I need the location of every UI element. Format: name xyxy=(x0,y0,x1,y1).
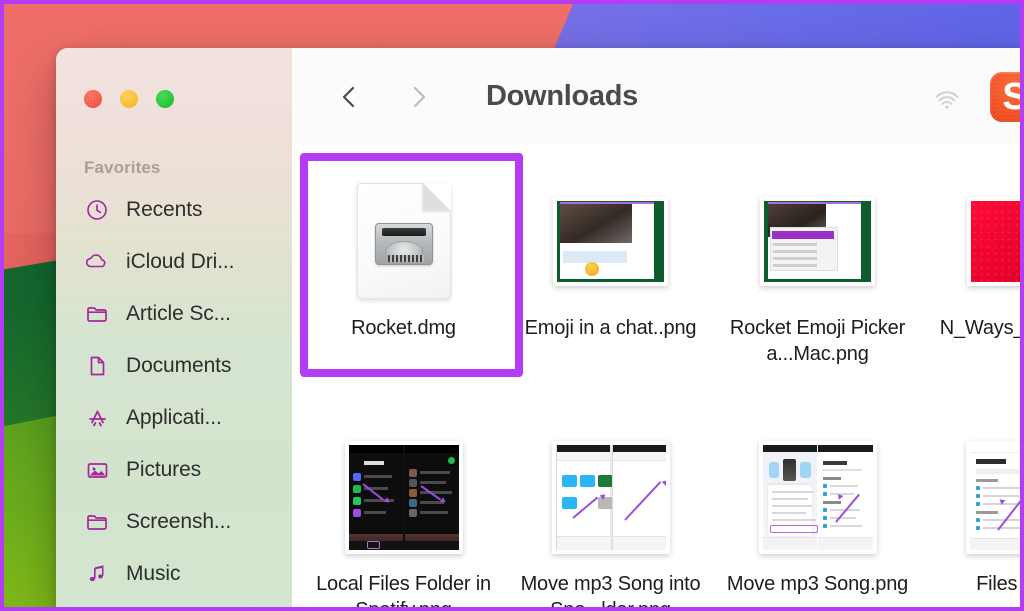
airdrop-icon[interactable] xyxy=(930,80,964,114)
finder-toolbar: Downloads S xyxy=(292,48,1020,145)
file-label: Move mp3 Song.png xyxy=(726,573,909,595)
sidebar-item-label: Applicati... xyxy=(126,406,222,429)
sidebar-item-label: Music xyxy=(126,562,181,585)
picture-icon xyxy=(84,457,110,483)
sidebar-item-music[interactable]: Music xyxy=(56,548,292,600)
sidebar-item-label: Documents xyxy=(126,354,232,377)
file-thumbnail xyxy=(356,181,451,301)
file-item-rocket-emoji-picker[interactable]: Rocket Emoji Picker a...Mac.png xyxy=(714,153,921,409)
thumbnail-image xyxy=(344,440,463,554)
sidebar-item-label: Recents xyxy=(126,198,203,221)
toolbar-right-group: S xyxy=(930,48,1020,145)
thumbnail-image xyxy=(965,440,1020,554)
folder-icon xyxy=(84,509,110,535)
file-label: Rocket Emoji Picker a...Mac.png xyxy=(729,317,906,366)
sidebar-item-documents[interactable]: Documents xyxy=(56,340,292,392)
file-label: Move mp3 Song into Spo...lder.png xyxy=(520,573,701,611)
hard-drive-glyph xyxy=(374,223,433,265)
sidebar-item-label: iCloud Dri... xyxy=(126,250,235,273)
folder-icon xyxy=(84,301,110,327)
sidebar-item-applications[interactable]: Applicati... xyxy=(56,392,292,444)
file-item-n-ways-local-m[interactable]: N_Ways_ Local_m. xyxy=(921,153,1024,409)
page-title: Downloads xyxy=(486,80,638,112)
file-label: Files iPhon xyxy=(976,573,1020,595)
file-item-files-iphone[interactable]: Files iPhon xyxy=(921,409,1020,607)
file-thumbnail xyxy=(967,181,1020,301)
file-thumbnail xyxy=(758,437,877,557)
thumbnail-image xyxy=(553,196,668,286)
back-button[interactable] xyxy=(330,77,370,117)
thumbnail-image xyxy=(551,440,670,554)
sidebar-item-screenshots[interactable]: Screensh... xyxy=(56,496,292,548)
file-thumbnail xyxy=(553,181,668,301)
forward-button[interactable] xyxy=(398,77,438,117)
sidebar-section-favorites: Favorites xyxy=(84,158,161,177)
minimize-button[interactable] xyxy=(120,90,138,108)
desktop-background: Favorites Recents iCloud Dri... Article … xyxy=(0,0,1024,611)
sidebar-item-article-screenshots[interactable]: Article Sc... xyxy=(56,288,292,340)
sidebar-item-label: Article Sc... xyxy=(126,302,231,325)
close-button[interactable] xyxy=(84,90,102,108)
app-store-icon xyxy=(84,405,110,431)
file-thumbnail xyxy=(965,437,1020,557)
file-label: Rocket.dmg xyxy=(351,317,456,339)
snagit-letter: S xyxy=(1002,78,1020,116)
dmg-file-icon xyxy=(356,183,451,299)
clock-icon xyxy=(84,197,110,223)
zoom-button[interactable] xyxy=(156,90,174,108)
file-item-rocket-dmg[interactable]: Rocket.dmg xyxy=(300,153,523,409)
finder-window: Favorites Recents iCloud Dri... Article … xyxy=(56,48,1024,611)
file-thumbnail xyxy=(344,437,463,557)
thumbnail-image xyxy=(967,196,1020,286)
music-note-icon xyxy=(84,561,110,587)
document-icon xyxy=(84,353,110,379)
file-label: Local Files Folder in Spotify.png xyxy=(316,573,491,611)
snagit-app-icon[interactable]: S xyxy=(990,71,1020,122)
finder-content: Downloads S xyxy=(292,48,1024,611)
sidebar-item-label: Screensh... xyxy=(126,510,232,533)
window-controls xyxy=(56,48,292,108)
thumbnail-image xyxy=(760,196,875,286)
file-grid: Rocket.dmg Emoji in a chat..png Rocket E… xyxy=(292,145,1024,611)
file-label: Emoji in a chat..png xyxy=(524,317,697,339)
cloud-icon xyxy=(84,249,110,275)
file-thumbnail xyxy=(760,181,875,301)
sidebar-item-label: Pictures xyxy=(126,458,202,481)
sidebar-item-recents[interactable]: Recents xyxy=(56,184,292,236)
file-item-move-mp3-song-into-folder[interactable]: Move mp3 Song into Spo...lder.png xyxy=(507,409,714,611)
file-item-local-files-folder-spotify[interactable]: Local Files Folder in Spotify.png xyxy=(300,409,507,611)
file-item-emoji-in-a-chat[interactable]: Emoji in a chat..png xyxy=(507,153,714,409)
sidebar-item-icloud-drive[interactable]: iCloud Dri... xyxy=(56,236,292,288)
thumbnail-image xyxy=(758,440,877,554)
file-item-move-mp3-song[interactable]: Move mp3 Song.png xyxy=(714,409,921,607)
finder-sidebar: Favorites Recents iCloud Dri... Article … xyxy=(56,48,292,607)
file-label: N_Ways_ Local_m. xyxy=(939,317,1024,339)
sidebar-item-pictures[interactable]: Pictures xyxy=(56,444,292,496)
file-thumbnail xyxy=(551,437,670,557)
